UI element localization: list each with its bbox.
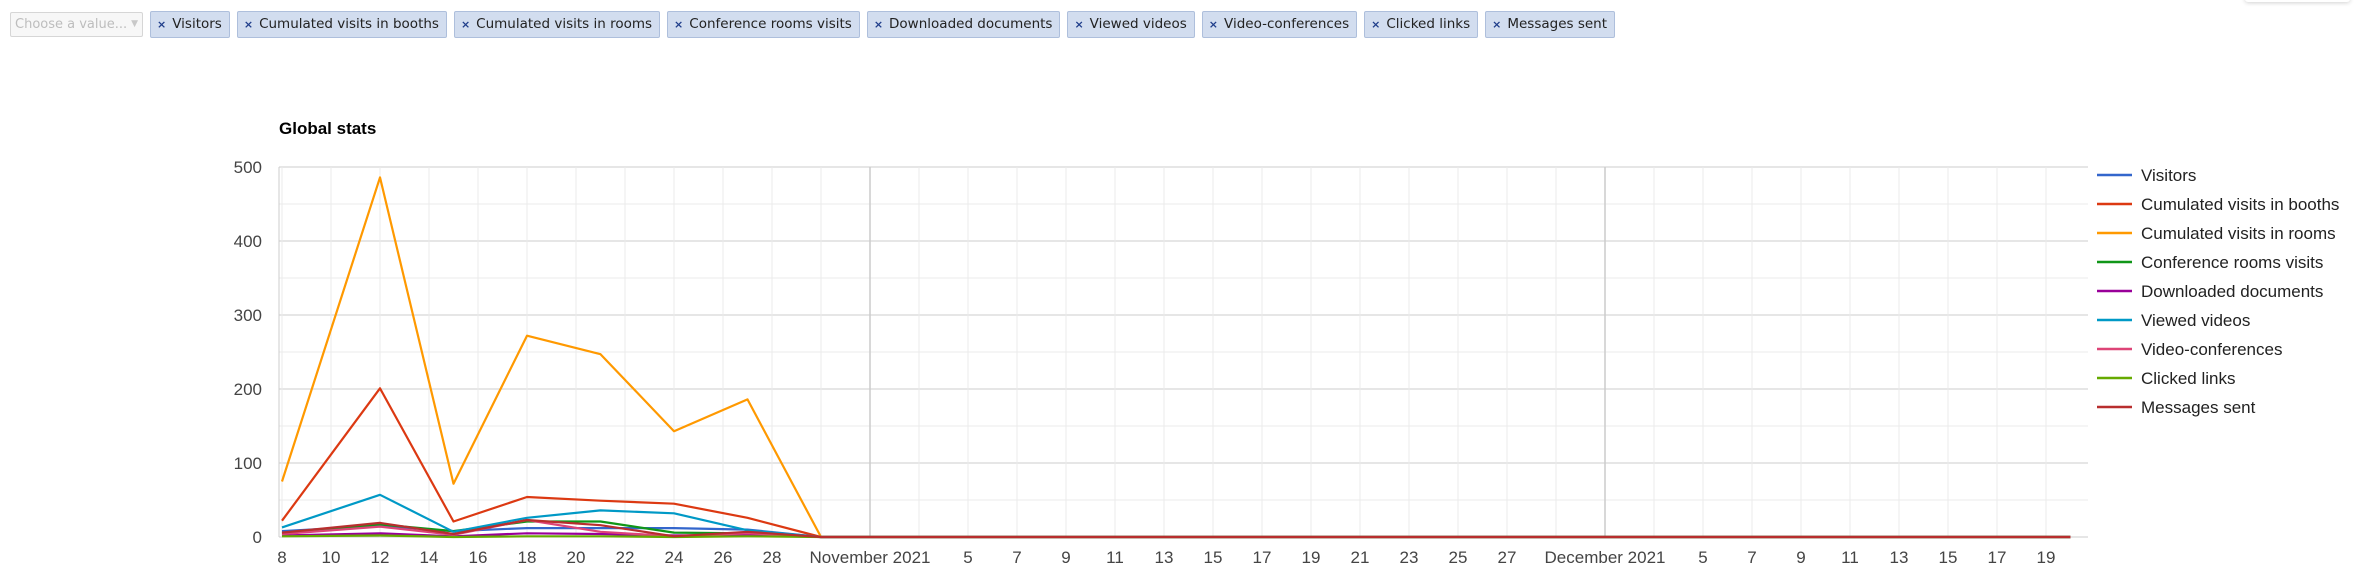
- y-tick-label: 0: [253, 528, 262, 547]
- x-tick-label: 18: [518, 548, 537, 567]
- x-tick-label: 9: [1061, 548, 1070, 567]
- x-tick-label: 20: [567, 548, 586, 567]
- legend-item[interactable]: Cumulated visits in rooms: [2097, 224, 2336, 243]
- legend-label: Downloaded documents: [2141, 282, 2323, 301]
- legend-label: Viewed videos: [2141, 311, 2250, 330]
- x-tick-label: 11: [1841, 548, 1859, 567]
- x-axis: 8 10 12 14 16 18 20 22 24 26 28 November 2021 5 7 9 11 1…: [277, 548, 2055, 567]
- y-tick-label: 300: [234, 306, 262, 325]
- x-tick-label: 9: [1796, 548, 1805, 567]
- series-line-cumulated-visits-in-rooms[interactable]: [280, 176, 2071, 539]
- x-tick-label: 23: [1400, 548, 1419, 567]
- grid: [278, 166, 2088, 538]
- x-tick-label: 7: [1012, 548, 1021, 567]
- chart-title: Global stats: [279, 119, 376, 138]
- x-tick-label: 17: [1253, 548, 1272, 567]
- legend-item[interactable]: Downloaded documents: [2097, 282, 2323, 301]
- x-tick-label: 15: [1204, 548, 1223, 567]
- legend-label: Cumulated visits in booths: [2141, 195, 2339, 214]
- y-tick-label: 500: [234, 158, 262, 177]
- x-tick-label: 10: [322, 548, 341, 567]
- x-tick-label: 16: [469, 548, 488, 567]
- x-tick-label: 28: [763, 548, 782, 567]
- legend-item[interactable]: Cumulated visits in booths: [2097, 195, 2339, 214]
- legend-label: Visitors: [2141, 166, 2196, 185]
- global-stats-chart: Global stats 0 100 200 300 400 500 8 10 12 14 16 1…: [234, 119, 2340, 567]
- legend-item[interactable]: Messages sent: [2097, 398, 2256, 417]
- x-tick-label: 14: [420, 548, 439, 567]
- x-tick-label: November 2021: [810, 548, 931, 567]
- x-tick-label: 24: [665, 548, 684, 567]
- y-tick-label: 100: [234, 454, 262, 473]
- legend-label: Messages sent: [2141, 398, 2256, 417]
- legend-item[interactable]: Conference rooms visits: [2097, 253, 2323, 272]
- x-tick-label: 11: [1106, 548, 1124, 567]
- x-tick-label: 26: [714, 548, 733, 567]
- x-tick-label: 5: [963, 548, 972, 567]
- legend-label: Clicked links: [2141, 369, 2235, 388]
- x-tick-label: 25: [1449, 548, 1468, 567]
- legend-label: Conference rooms visits: [2141, 253, 2323, 272]
- x-tick-label: 15: [1939, 548, 1958, 567]
- legend-item[interactable]: Visitors: [2097, 166, 2196, 185]
- series-line-viewed-videos[interactable]: [281, 493, 2071, 539]
- legend-item[interactable]: Clicked links: [2097, 369, 2235, 388]
- x-tick-label: 19: [2037, 548, 2056, 567]
- x-tick-label: 12: [371, 548, 390, 567]
- x-tick-label: 13: [1890, 548, 1909, 567]
- legend-label: Video-conferences: [2141, 340, 2282, 359]
- x-tick-label: December 2021: [1545, 548, 1666, 567]
- x-tick-label: 7: [1747, 548, 1756, 567]
- legend-item[interactable]: Viewed videos: [2097, 311, 2250, 330]
- legend-label: Cumulated visits in rooms: [2141, 224, 2336, 243]
- x-tick-label: 22: [616, 548, 635, 567]
- y-axis: 0 100 200 300 400 500: [234, 158, 262, 547]
- y-tick-label: 400: [234, 232, 262, 251]
- x-tick-label: 5: [1698, 548, 1707, 567]
- y-tick-label: 200: [234, 380, 262, 399]
- legend: Visitors Cumulated visits in booths Cumula…: [2097, 166, 2339, 417]
- x-tick-label: 17: [1988, 548, 2007, 567]
- series-lines: [280, 176, 2071, 539]
- x-tick-label: 8: [277, 548, 286, 567]
- x-tick-label: 21: [1351, 548, 1370, 567]
- x-tick-label: 13: [1155, 548, 1174, 567]
- legend-item[interactable]: Video-conferences: [2097, 340, 2282, 359]
- x-tick-label: 19: [1302, 548, 1321, 567]
- x-tick-label: 27: [1498, 548, 1517, 567]
